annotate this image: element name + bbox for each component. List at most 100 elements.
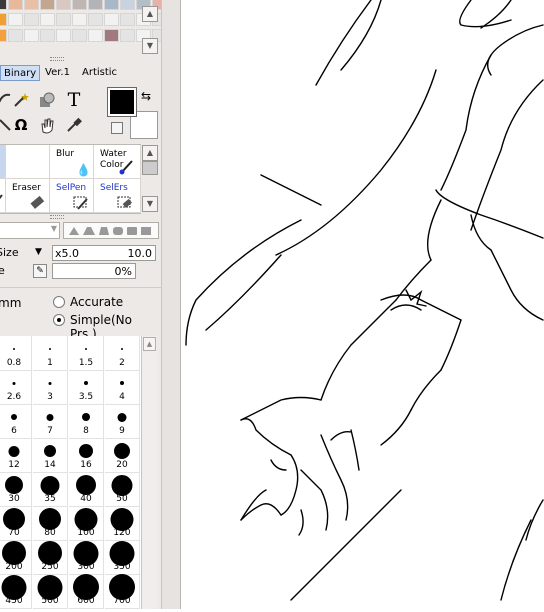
panel-splitter[interactable] bbox=[161, 0, 181, 609]
palette-swatch[interactable] bbox=[104, 0, 119, 10]
density-slider[interactable]: 0% bbox=[52, 263, 136, 279]
brush-size-item[interactable]: 3.5 bbox=[69, 370, 104, 405]
brush-size-item[interactable]: 2.6 bbox=[0, 370, 32, 405]
scroll-up-button[interactable]: ▲ bbox=[143, 337, 156, 351]
simple-radio[interactable] bbox=[53, 314, 65, 326]
palette-swatch[interactable] bbox=[88, 0, 103, 10]
brush-item-eraser[interactable]: Eraser bbox=[6, 179, 50, 213]
size-slider[interactable]: x5.0 10.0 bbox=[52, 245, 156, 261]
shape-tool-icon[interactable] bbox=[36, 89, 58, 111]
palette-swatch[interactable] bbox=[24, 29, 39, 42]
brush-shape-selector[interactable] bbox=[63, 222, 159, 239]
palette-swatch[interactable] bbox=[120, 0, 135, 10]
tab-artistic[interactable]: Artistic bbox=[79, 65, 120, 81]
palette-swatch[interactable] bbox=[8, 0, 23, 10]
rotate-tool-icon[interactable]: Ω bbox=[10, 114, 32, 136]
brush-item-blur[interactable]: Blur 💧 bbox=[50, 145, 94, 179]
brush-scroll-thumb[interactable] bbox=[142, 161, 158, 175]
brush-size-item[interactable]: 4 bbox=[105, 370, 140, 405]
pressure-density-icon[interactable]: ✎ bbox=[33, 264, 47, 278]
palette-swatch[interactable] bbox=[40, 0, 55, 10]
brush-scroll-up-button[interactable]: ▲ bbox=[142, 145, 158, 161]
brush-item-watercolor[interactable]: Water Color bbox=[94, 145, 141, 179]
palette-swatch[interactable] bbox=[88, 29, 103, 42]
palette-swatch[interactable] bbox=[88, 13, 103, 26]
brush-size-item[interactable]: 2 bbox=[105, 336, 140, 371]
brush-size-item[interactable]: 250 bbox=[33, 540, 68, 575]
palette-swatch[interactable] bbox=[104, 13, 119, 26]
palette-swatch[interactable] bbox=[72, 13, 87, 26]
palette-swatch[interactable] bbox=[120, 13, 135, 26]
palette-swatch[interactable] bbox=[24, 0, 39, 10]
brush-item-selers[interactable]: SelErs bbox=[94, 179, 141, 213]
brush-size-item[interactable]: 35 bbox=[33, 472, 68, 507]
palette-swatch[interactable] bbox=[0, 13, 7, 26]
eyedropper-icon[interactable] bbox=[63, 114, 85, 136]
brush-size-item[interactable]: 9 bbox=[105, 404, 140, 439]
tab-binary[interactable]: Binary bbox=[0, 65, 41, 81]
brush-size-item[interactable]: 120 bbox=[105, 506, 140, 541]
brush-size-item[interactable]: 20 bbox=[105, 438, 140, 473]
brush-size-item[interactable]: 100 bbox=[69, 506, 104, 541]
magic-wand-icon[interactable] bbox=[10, 89, 32, 111]
brush-size-item[interactable]: 200 bbox=[0, 540, 32, 575]
brush-item-selpen[interactable]: SelPen bbox=[50, 179, 94, 213]
palette-swatch[interactable] bbox=[104, 29, 119, 42]
brush-size-item[interactable]: 7 bbox=[33, 404, 68, 439]
panel-grip[interactable] bbox=[50, 215, 64, 219]
palette-swatch[interactable] bbox=[72, 0, 87, 10]
swap-colors-icon[interactable]: ⇆ bbox=[141, 89, 151, 103]
brush-size-item[interactable]: 3 bbox=[33, 370, 68, 405]
reset-colors-icon[interactable] bbox=[111, 122, 123, 134]
brush-size-item[interactable]: 14 bbox=[33, 438, 68, 473]
palette-swatch[interactable] bbox=[0, 0, 7, 10]
palette-scroll-up-button[interactable]: ▲ bbox=[142, 6, 158, 22]
palette-swatch[interactable] bbox=[40, 13, 55, 26]
brush-size-item[interactable]: 450 bbox=[0, 574, 32, 609]
hand-tool-icon[interactable] bbox=[36, 114, 58, 136]
brush-size-item[interactable]: 700 bbox=[105, 574, 140, 609]
palette-swatch[interactable] bbox=[40, 29, 55, 42]
brush-size-list[interactable]: 0.8 1 1.5 2 2.6 3 3.5 4 6 7 8 9 12 14 16 20 30 35 40 50 70 80… bbox=[0, 336, 141, 609]
brush-size-item[interactable]: 0.8 bbox=[0, 336, 32, 371]
brush-size-dot bbox=[120, 381, 124, 385]
size-dropdown-arrow-icon[interactable]: ▼ bbox=[35, 247, 42, 257]
palette-swatch[interactable] bbox=[24, 13, 39, 26]
palette-swatch[interactable] bbox=[56, 29, 71, 42]
blending-dropdown[interactable]: ▼ bbox=[0, 222, 60, 239]
palette-swatch[interactable] bbox=[8, 29, 23, 42]
brush-size-item[interactable]: 350 bbox=[105, 540, 140, 575]
drawing-canvas[interactable] bbox=[181, 0, 544, 609]
brush-size-item[interactable]: 80 bbox=[33, 506, 68, 541]
accurate-radio[interactable] bbox=[53, 296, 65, 308]
brush-size-item[interactable]: 16 bbox=[69, 438, 104, 473]
tab-ver1[interactable]: Ver.1 bbox=[42, 65, 73, 81]
brush-size-item[interactable]: 70 bbox=[0, 506, 32, 541]
palette-scroll-down-button[interactable]: ▼ bbox=[142, 38, 158, 54]
color-palette[interactable] bbox=[0, 0, 161, 56]
brush-size-item[interactable]: 50 bbox=[105, 472, 140, 507]
brush-size-item[interactable]: 1 bbox=[33, 336, 68, 371]
panel-grip[interactable] bbox=[50, 57, 64, 61]
palette-swatch[interactable] bbox=[120, 29, 135, 42]
primary-color-swatch[interactable] bbox=[107, 87, 137, 117]
palette-swatch[interactable] bbox=[72, 29, 87, 42]
palette-swatch[interactable] bbox=[8, 13, 23, 26]
brush-size-item[interactable]: 8 bbox=[69, 404, 104, 439]
palette-swatch[interactable] bbox=[0, 29, 7, 42]
text-tool-icon[interactable]: T bbox=[63, 89, 85, 111]
brush-size-item[interactable]: 600 bbox=[69, 574, 104, 609]
brush-size-item[interactable]: 40 bbox=[69, 472, 104, 507]
brush-item-empty[interactable] bbox=[6, 145, 50, 179]
size-list-scrollbar[interactable]: ▲ bbox=[141, 336, 157, 609]
brush-size-item[interactable]: 30 bbox=[0, 472, 32, 507]
brush-size-item[interactable]: 6 bbox=[0, 404, 32, 439]
palette-swatch[interactable] bbox=[56, 13, 71, 26]
brush-size-item[interactable]: 300 bbox=[69, 540, 104, 575]
brush-size-item[interactable]: 1.5 bbox=[69, 336, 104, 371]
brush-size-item[interactable]: 12 bbox=[0, 438, 32, 473]
brush-size-item[interactable]: 500 bbox=[33, 574, 68, 609]
palette-swatch[interactable] bbox=[56, 0, 71, 10]
eraser-icon bbox=[30, 195, 45, 209]
brush-scroll-down-button[interactable]: ▼ bbox=[142, 196, 158, 212]
